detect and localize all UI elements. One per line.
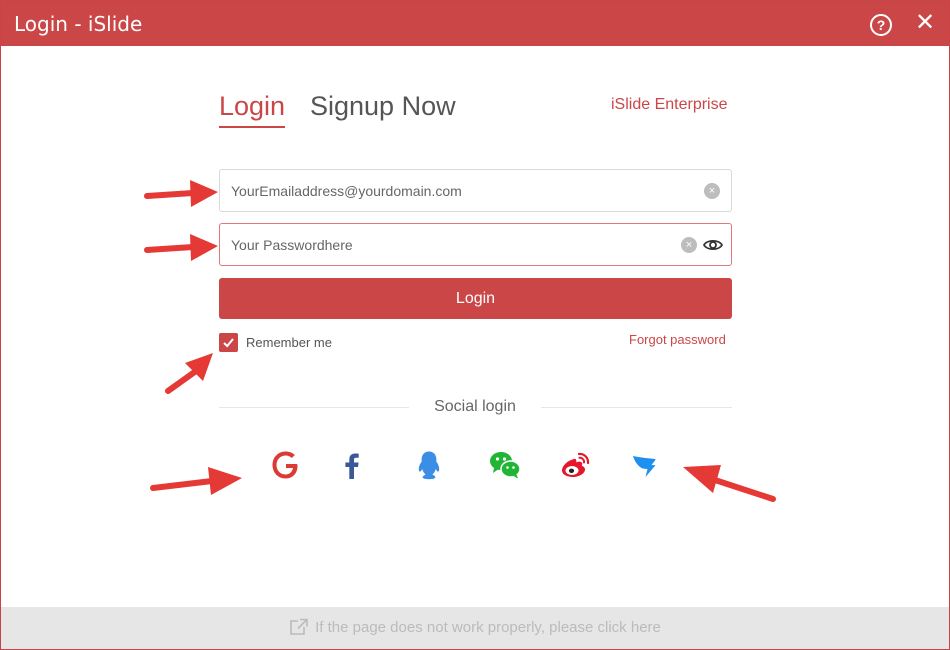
remember-me-checkbox[interactable] [219,333,238,352]
external-link-icon [290,618,308,635]
login-window: Login - iSlide ? ✕ Login Signup Now iSli… [0,0,950,650]
eye-icon[interactable] [703,236,723,254]
google-icon[interactable] [269,448,303,482]
dingtalk-icon[interactable] [628,448,662,482]
wechat-icon[interactable] [488,448,522,482]
forgot-password-link[interactable]: Forgot password [629,332,726,347]
footer-text: If the page does not work properly, plea… [315,619,661,636]
close-button[interactable]: ✕ [913,11,937,35]
title-bar: Login - iSlide ? ✕ [1,1,949,46]
social-login-label: Social login [434,398,516,415]
email-field: × [219,169,732,212]
tab-signup[interactable]: Signup Now [310,91,456,122]
enterprise-link[interactable]: iSlide Enterprise [611,96,728,114]
qq-icon[interactable] [412,448,446,482]
password-input[interactable] [231,234,671,256]
window-title: Login - iSlide [14,12,143,36]
clear-password-icon[interactable]: × [681,237,697,253]
arrow-to-google-annotation [150,467,242,495]
login-button[interactable]: Login [219,278,732,319]
help-button[interactable]: ? [870,14,892,36]
clear-email-icon[interactable]: × [704,183,720,199]
divider-right [541,407,732,408]
arrow-to-password-annotation [144,234,218,261]
remember-me-label: Remember me [246,335,332,350]
footer-help-link[interactable]: If the page does not work properly, plea… [1,607,949,649]
weibo-icon[interactable] [558,448,592,482]
arrow-to-email-annotation [144,180,218,207]
checkmark-icon [223,338,234,348]
facebook-icon[interactable] [335,448,369,482]
email-input[interactable] [231,180,671,202]
password-field: × [219,223,732,266]
arrow-to-remember-annotation [165,353,213,394]
arrow-to-dingtalk-annotation [683,465,776,502]
tab-login[interactable]: Login [219,91,286,128]
